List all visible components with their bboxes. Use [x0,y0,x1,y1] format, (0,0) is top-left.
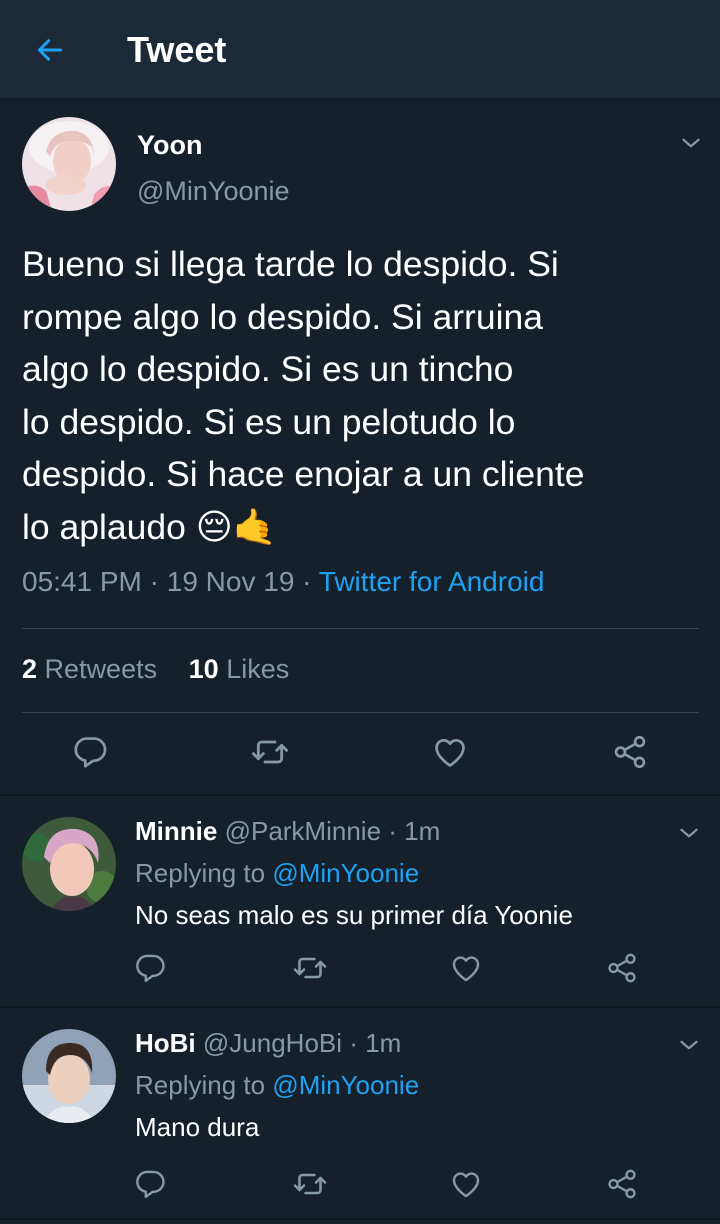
retweet-button[interactable] [288,946,332,990]
reply-author-name[interactable]: HoBi [135,1028,196,1058]
like-icon [431,733,469,771]
reply-tweet[interactable]: Minnie @ParkMinnie · 1m Replying to @Min… [0,796,720,1008]
reply-icon [133,1167,167,1201]
tweet-time: 05:41 PM [22,566,142,597]
tweet-stats: 2 Retweets 10 Likes [22,654,289,685]
replying-label: Replying to [135,858,266,888]
avatar-image [22,117,116,211]
page-title: Tweet [127,29,227,70]
reply-icon [133,951,167,985]
share-button[interactable] [600,946,644,990]
like-button[interactable] [428,730,472,774]
like-button[interactable] [444,1162,488,1206]
reply-button[interactable] [128,946,172,990]
reply-author-handle[interactable]: @ParkMinnie [225,816,381,846]
replying-label: Replying to [135,1070,266,1100]
share-icon [605,951,639,985]
author-name[interactable]: Yoon [137,130,202,161]
tweet-source-link[interactable]: Twitter for Android [319,566,545,597]
mention-link[interactable]: @MinYoonie [272,858,419,888]
avatar[interactable] [22,1029,116,1123]
reply-button[interactable] [68,730,112,774]
tweet-menu-button[interactable] [676,128,706,158]
avatar[interactable] [22,817,116,911]
author-handle[interactable]: @MinYoonie [137,176,290,207]
meta-separator: · [349,1028,358,1058]
share-button[interactable] [608,730,652,774]
chevron-down-icon [676,820,702,846]
replying-to: Replying to @MinYoonie [135,858,419,889]
retweet-icon [292,1166,328,1202]
replying-to: Replying to @MinYoonie [135,1070,419,1101]
reply-author-name[interactable]: Minnie [135,816,217,846]
main-tweet: Yoon @MinYoonie Bueno si llega tarde lo … [0,100,720,796]
tweet-text: Bueno si llega tarde lo despido. Si romp… [22,244,585,547]
reply-tweet[interactable]: HoBi @JungHoBi · 1m Replying to @MinYoon… [0,1008,720,1220]
reply-text: No seas malo es su primer día Yoonie [135,900,573,930]
tweet-actions [0,1162,720,1222]
reply-author-handle[interactable]: @JungHoBi [203,1028,342,1058]
tweet-actions [0,724,720,784]
share-button[interactable] [600,1162,644,1206]
likes-stat[interactable]: 10 Likes [189,654,290,684]
share-icon [611,733,649,771]
avatar[interactable] [22,117,116,211]
retweets-label: Retweets [44,654,158,684]
mention-link[interactable]: @MinYoonie [272,1070,419,1100]
like-icon [449,1167,483,1201]
meta-separator: · [302,566,312,597]
avatar-image [22,1029,116,1123]
meta-separator: · [388,816,397,846]
retweet-button[interactable] [248,730,292,774]
reply-header: Minnie @ParkMinnie · 1m [135,816,440,847]
tweet-date: 19 Nov 19 [166,566,295,597]
tweet-actions [0,946,720,1006]
like-icon [449,951,483,985]
tweet-menu-button[interactable] [674,1030,704,1060]
avatar-image [22,817,116,911]
tweet-meta: 05:41 PM · 19 Nov 19 · Twitter for Andro… [22,566,544,598]
reply-icon [71,733,109,771]
divider [22,628,699,629]
retweet-icon [292,950,328,986]
chevron-down-icon [678,130,704,156]
reply-text: Mano dura [135,1112,260,1142]
reply-time: 1m [404,816,441,846]
chevron-down-icon [676,1032,702,1058]
likes-label: Likes [226,654,290,684]
divider [22,712,699,713]
arrow-left-icon [37,39,63,61]
reply-header: HoBi @JungHoBi · 1m [135,1028,401,1059]
retweets-stat[interactable]: 2 Retweets [22,654,157,684]
reply-button[interactable] [128,1162,172,1206]
meta-separator: · [149,566,159,597]
top-app-bar: Tweet [0,0,720,99]
back-button[interactable] [30,30,70,70]
retweet-button[interactable] [288,1162,332,1206]
retweets-count: 2 [22,654,38,684]
share-icon [605,1167,639,1201]
retweet-icon [250,732,290,772]
tweet-menu-button[interactable] [674,818,704,848]
likes-count: 10 [188,654,219,684]
like-button[interactable] [444,946,488,990]
reply-time: 1m [365,1028,402,1058]
